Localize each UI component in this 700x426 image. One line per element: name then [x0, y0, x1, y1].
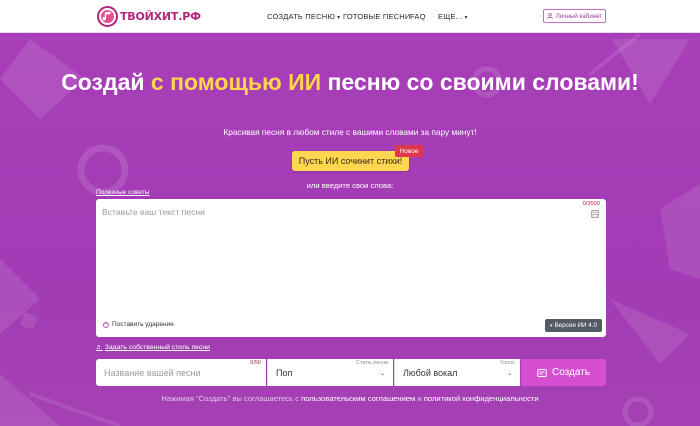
logo-text: ТВОЙХИТ.РФ	[120, 10, 201, 23]
personal-cabinet-button[interactable]: Личный кабинет	[543, 9, 606, 23]
agreement-middle: и	[415, 394, 424, 403]
nav-create-song[interactable]: СОЗДАТЬ ПЕСНЮ ▾	[267, 12, 340, 21]
music-note-icon: ♬	[96, 344, 103, 351]
plus-circle-icon: +	[103, 321, 109, 328]
nav-ready-songs-label: ГОТОВЫЕ ПЕСНИ	[343, 12, 411, 21]
nav-more[interactable]: ЕЩЕ... ▾	[438, 12, 468, 21]
music-note-logo-icon	[97, 6, 118, 27]
chevron-down-icon: ⌄	[506, 371, 512, 377]
song-name-counter: 0/50	[250, 360, 261, 366]
song-name-placeholder: Название вашей песни	[104, 368, 201, 378]
ai-write-lyrics-button[interactable]: Пусть ИИ сочинит стихи!	[292, 151, 409, 171]
ai-version-button[interactable]: ▾ Версия ИИ 4.0	[545, 319, 602, 332]
custom-style-link[interactable]: ♬ Задать собственный стиль песни	[96, 344, 210, 351]
save-icon[interactable]	[591, 210, 599, 218]
nav-faq-label: FAQ	[410, 12, 426, 21]
ai-version-label: Версия ИИ 4.0	[554, 322, 598, 329]
title-part-2: песню со своими словами!	[321, 69, 639, 95]
user-agreement-link[interactable]: пользовательским соглашением	[301, 394, 415, 403]
agreement-text: Нажимая "Создать" вы соглашаетесь с поль…	[0, 394, 700, 403]
chevron-down-icon: ▾	[464, 15, 468, 21]
logo[interactable]: ТВОЙХИТ.РФ	[97, 6, 201, 27]
voice-label: Голос	[500, 360, 515, 366]
song-style-select[interactable]: Стиль песни Поп ⌄	[267, 359, 393, 386]
user-icon	[546, 13, 553, 19]
song-name-input[interactable]: 0/50 Название вашей песни	[96, 359, 266, 386]
custom-style-label: Задать собственный стиль песни	[104, 344, 210, 351]
lyrics-textarea[interactable]: Вставьте ваш текст песни 0/3500 + Постав…	[96, 199, 606, 337]
set-stress-label: Поставить ударение	[112, 321, 174, 328]
set-stress-button[interactable]: + Поставить ударение	[103, 321, 174, 328]
create-button-label: Создать	[551, 367, 590, 378]
voice-select[interactable]: Голос Любой вокал ⌄	[394, 359, 520, 386]
nav-faq[interactable]: FAQ	[410, 12, 426, 21]
lyrics-placeholder: Вставьте ваш текст песни	[102, 207, 205, 217]
song-style-label: Стиль песни	[355, 360, 388, 366]
page-subtitle: Красивая песня в любом стиле с вашими сл…	[223, 127, 477, 137]
useful-tips-link[interactable]: Полезные советы	[96, 189, 149, 196]
chevron-down-icon: ▾	[549, 322, 553, 329]
chevron-down-icon: ⌄	[379, 371, 385, 377]
agreement-prefix: Нажимая "Создать" вы соглашаетесь с	[161, 394, 302, 403]
nav-ready-songs[interactable]: ГОТОВЫЕ ПЕСНИ	[343, 12, 411, 21]
title-highlight: с помощью ИИ	[150, 69, 322, 95]
site-header: ТВОЙХИТ.РФ СОЗДАТЬ ПЕСНЮ ▾ ГОТОВЫЕ ПЕСНИ …	[0, 0, 700, 33]
title-part-1: Создай	[61, 69, 151, 95]
nav-create-song-label: СОЗДАТЬ ПЕСНЮ	[267, 12, 336, 21]
lyrics-char-counter: 0/3500	[582, 201, 600, 207]
nav-more-label: ЕЩЕ...	[438, 12, 463, 21]
privacy-policy-link[interactable]: политикой конфиденциальности	[424, 394, 539, 403]
create-button[interactable]: Создать	[521, 359, 606, 386]
personal-cabinet-label: Личный кабинет	[555, 12, 603, 20]
create-icon	[537, 368, 547, 377]
song-style-value: Поп	[276, 368, 293, 378]
page-title: Создай с помощью ИИ песню со своими слов…	[0, 67, 700, 97]
chevron-down-icon: ▾	[337, 15, 341, 21]
voice-value: Любой вокал	[403, 368, 458, 378]
new-badge: Новое	[395, 145, 423, 157]
